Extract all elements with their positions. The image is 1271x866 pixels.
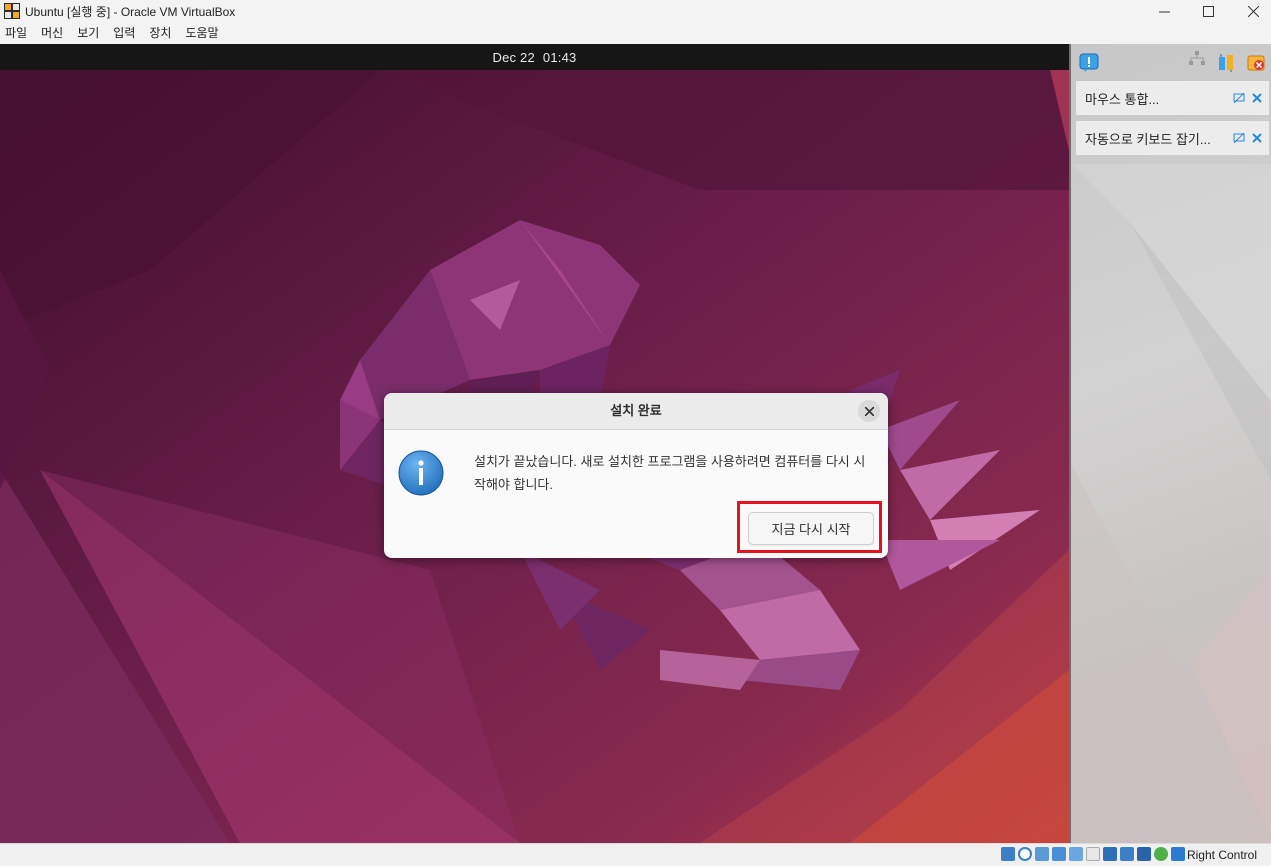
menu-machine[interactable]: 머신 — [35, 22, 71, 44]
display-icon[interactable] — [1103, 847, 1117, 861]
dialog-title: 설치 완료 — [610, 403, 662, 418]
clock-date[interactable]: Dec 22 — [493, 50, 535, 65]
menu-input[interactable]: 입력 — [107, 22, 143, 44]
keyboard-icon[interactable] — [1171, 847, 1185, 861]
optical-drive-icon[interactable] — [1018, 847, 1032, 861]
menu-file[interactable]: 파일 — [0, 22, 35, 44]
close-icon — [1247, 5, 1259, 17]
minimize-button[interactable] — [1141, 0, 1187, 22]
minimize-icon — [1158, 11, 1170, 12]
notification-label: 자동으로 키보드 잡기... — [1085, 131, 1211, 147]
close-window-button[interactable] — [1230, 0, 1271, 22]
shared-folders-icon[interactable] — [1086, 847, 1100, 861]
window-titlebar: Ubuntu [실행 중] - Oracle VM VirtualBox — [0, 0, 1271, 22]
menu-bar: 파일 머신 보기 입력 장치 도움말 — [0, 22, 1271, 44]
install-complete-dialog: 설치 완료 설치가 끝났습니다. 새로 설치한 프로그램을 사용하려면 컴퓨터를… — [384, 393, 888, 558]
info-icon — [398, 450, 444, 496]
do-not-show-again-icon[interactable] — [1233, 92, 1245, 104]
notification-keyboard-capture[interactable]: 자동으로 키보드 잡기... — [1076, 121, 1269, 155]
usb-icon[interactable] — [1069, 847, 1083, 861]
status-bar: Right Control — [0, 843, 1271, 865]
ubuntu-top-bar: Dec 22 01:43 — [0, 44, 1069, 70]
do-not-show-again-icon[interactable] — [1233, 132, 1245, 144]
video-capture-icon[interactable] — [1120, 847, 1134, 861]
host-key-label: Right Control — [1186, 848, 1257, 862]
vm-screen[interactable]: Dec 22 01:43 설치 완료 설치가 끝났습니다. 새로 설치한 프로그… — [0, 44, 1069, 843]
menu-devices[interactable]: 장치 — [143, 22, 179, 44]
close-notification-icon[interactable] — [1251, 132, 1263, 144]
clock-time[interactable]: 01:43 — [543, 50, 577, 65]
notification-panel: 마우스 통합... 자동으로 키보드 잡기... — [1069, 44, 1271, 843]
maximize-button[interactable] — [1185, 0, 1231, 22]
restart-now-button[interactable]: 지금 다시 시작 — [748, 512, 874, 545]
audio-icon[interactable] — [1035, 847, 1049, 861]
menu-view[interactable]: 보기 — [71, 22, 107, 44]
dialog-message: 설치가 끝났습니다. 새로 설치한 프로그램을 사용하려면 컴퓨터를 다시 시작… — [474, 454, 866, 492]
virtualbox-app-icon — [4, 3, 20, 19]
window-title: Ubuntu [실행 중] - Oracle VM VirtualBox — [25, 4, 236, 19]
dialog-close-button[interactable] — [858, 400, 880, 422]
notification-mouse-integration[interactable]: 마우스 통합... — [1076, 81, 1269, 115]
panel-background-facets — [1071, 164, 1271, 843]
network-tree-icon[interactable] — [1187, 49, 1207, 69]
notification-center-icon[interactable] — [1079, 53, 1099, 73]
close-icon — [864, 406, 874, 416]
status-indicators — [1001, 847, 1185, 861]
sort-order-icon[interactable] — [1217, 53, 1237, 73]
hard-disk-icon[interactable] — [1001, 847, 1015, 861]
dismiss-all-icon[interactable] — [1246, 53, 1266, 73]
network-icon[interactable] — [1052, 847, 1066, 861]
maximize-icon — [1202, 5, 1214, 17]
menu-help[interactable]: 도움말 — [179, 22, 226, 44]
close-notification-icon[interactable] — [1251, 92, 1263, 104]
mouse-integration-icon[interactable] — [1154, 847, 1168, 861]
notification-label: 마우스 통합... — [1085, 91, 1160, 107]
virtualization-icon[interactable] — [1137, 847, 1151, 861]
